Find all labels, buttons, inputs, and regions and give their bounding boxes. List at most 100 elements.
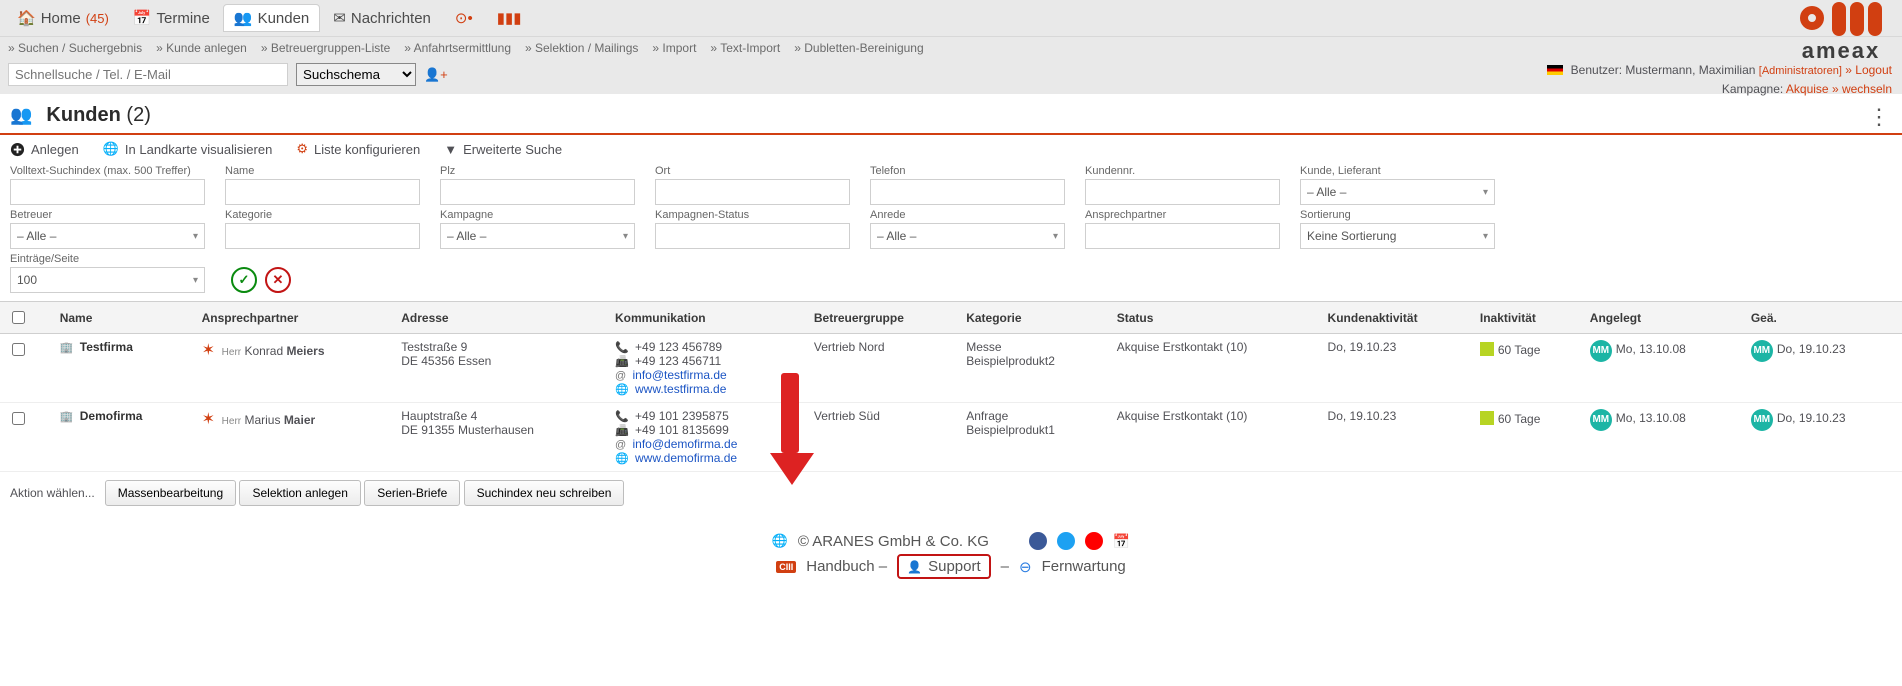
select-all-checkbox[interactable] [12,311,25,324]
filter-input[interactable] [225,179,420,205]
tab-termine[interactable]: 📅 Termine [122,4,221,32]
landkarte-button[interactable]: 🌐 In Landkarte visualisieren [103,141,273,157]
tab-nachrichten[interactable]: ✉ Nachrichten [322,4,442,32]
anlegen-button[interactable]: Anlegen [10,142,79,157]
avatar: MM [1751,340,1773,362]
filter-label: Kunde, Lieferant [1300,165,1495,177]
calendar-icon: 📅 [133,9,152,27]
logout-link[interactable]: » Logout [1845,63,1892,77]
column-header[interactable]: Angelegt [1582,302,1743,334]
at-icon: @ [615,439,626,451]
filter-select[interactable]: – Alle – [870,223,1065,249]
column-header[interactable]: Kundenaktivität [1320,302,1472,334]
tab-kunden[interactable]: 👥 Kunden [223,4,320,32]
column-header[interactable]: Name [52,302,194,334]
email-link[interactable]: info@testfirma.de [632,368,726,382]
avatar: MM [1590,340,1612,362]
filter-select[interactable]: Keine Sortierung [1300,223,1495,249]
calendar-icon[interactable]: 📅 [1113,533,1130,550]
kebab-menu[interactable]: ⋮ [1868,104,1888,130]
subnav-item[interactable]: » Suchen / Suchergebnis [8,41,142,55]
column-header[interactable]: Adresse [393,302,607,334]
filter-input[interactable] [1085,223,1280,249]
filter-input[interactable] [10,179,205,205]
filter-icon: ▼ [444,142,457,157]
quick-search-input[interactable] [8,63,288,86]
globe-icon: 🌐 [772,533,788,549]
filter-select[interactable]: 100 [10,267,205,293]
column-header[interactable]: Geä. [1743,302,1902,334]
filter-label: Volltext-Suchindex (max. 500 Treffer) [10,165,205,177]
subnav-item[interactable]: » Text-Import [710,41,780,55]
row-checkbox[interactable] [12,412,25,425]
web-link[interactable]: www.demofirma.de [635,451,737,465]
remote-icon: ⊖ [1019,558,1032,576]
filter-input[interactable] [1085,179,1280,205]
filter-label: Kundennr. [1085,165,1280,177]
filter-label: Kategorie [225,209,420,221]
column-header[interactable]: Status [1109,302,1320,334]
email-link[interactable]: info@demofirma.de [632,437,737,451]
liste-konfig-button[interactable]: ⚙ Liste konfigurieren [296,141,420,157]
table-row[interactable]: 🏢 Testfirma✶ Herr Konrad MeiersTeststraß… [0,334,1902,403]
filter-input[interactable] [225,223,420,249]
row-checkbox[interactable] [12,343,25,356]
action-button[interactable]: Massenbearbeitung [105,480,236,506]
action-button[interactable]: Serien-Briefe [364,480,460,506]
flag-icon [1547,65,1563,75]
action-button[interactable]: Suchindex neu schreiben [464,480,625,506]
column-header[interactable]: Kategorie [958,302,1108,334]
handbuch-link[interactable]: Handbuch – [806,558,887,575]
filter-select[interactable]: – Alle – [1300,179,1495,205]
column-header[interactable]: Ansprechpartner [194,302,394,334]
phone-icon: 📞 [615,342,629,354]
search-schema-select[interactable]: Suchschema [296,63,416,86]
subnav-item[interactable]: » Selektion / Mailings [525,41,638,55]
twitter-icon[interactable] [1057,532,1075,550]
filter-select[interactable]: – Alle – [10,223,205,249]
subnav-item[interactable]: » Anfahrtsermittlung [404,41,511,55]
customers-table: NameAnsprechpartnerAdresseKommunikationB… [0,301,1902,472]
user-info: Benutzer: Mustermann, Maximilian [Admini… [1547,61,1892,98]
facebook-icon[interactable] [1029,532,1047,550]
support-link[interactable]: 👤 Support [897,554,991,579]
clear-filter-button[interactable]: ✕ [265,267,291,293]
filter-label: Name [225,165,420,177]
status-square-icon [1480,411,1494,425]
subnav-item[interactable]: » Betreuergruppen-Liste [261,41,390,55]
action-label: Aktion wählen... [10,486,95,500]
filter-input[interactable] [655,179,850,205]
tab-home[interactable]: 🏠 Home (45) [6,4,120,32]
subnav-item[interactable]: » Kunde anlegen [156,41,247,55]
subnav-item[interactable]: » Import [652,41,696,55]
globe-icon: 🌐 [615,453,629,465]
filter-label: Einträge/Seite [10,253,205,265]
filter-input[interactable] [440,179,635,205]
tab-label: Termine [157,10,210,27]
home-icon: 🏠 [17,9,36,27]
apply-filter-button[interactable]: ✓ [231,267,257,293]
avatar: MM [1590,409,1612,431]
phone-icon: 📞 [615,411,629,423]
filter-label: Plz [440,165,635,177]
youtube-icon[interactable] [1085,532,1103,550]
web-link[interactable]: www.testfirma.de [635,382,726,396]
status-square-icon [1480,342,1494,356]
filter-select[interactable]: – Alle – [440,223,635,249]
column-header[interactable]: Betreuergruppe [806,302,958,334]
plus-circle-icon [10,142,25,157]
tab-stats[interactable]: ▮▮▮ [486,4,533,32]
erweiterte-suche-button[interactable]: ▼ Erweiterte Suche [444,142,562,157]
table-row[interactable]: 🏢 Demofirma✶ Herr Marius MaierHauptstraß… [0,403,1902,472]
subnav-item[interactable]: » Dubletten-Bereinigung [794,41,923,55]
fernwartung-link[interactable]: Fernwartung [1042,558,1126,575]
column-header[interactable]: Inaktivität [1472,302,1582,334]
support-icon: 👤 [907,560,922,574]
action-button[interactable]: Selektion anlegen [239,480,360,506]
brand-logo: ameax [1800,2,1882,64]
column-header[interactable]: Kommunikation [607,302,806,334]
filter-input[interactable] [655,223,850,249]
filter-input[interactable] [870,179,1065,205]
add-user-icon[interactable]: 👤+ [424,67,448,83]
tab-extra1[interactable]: ⊙• [444,4,484,32]
